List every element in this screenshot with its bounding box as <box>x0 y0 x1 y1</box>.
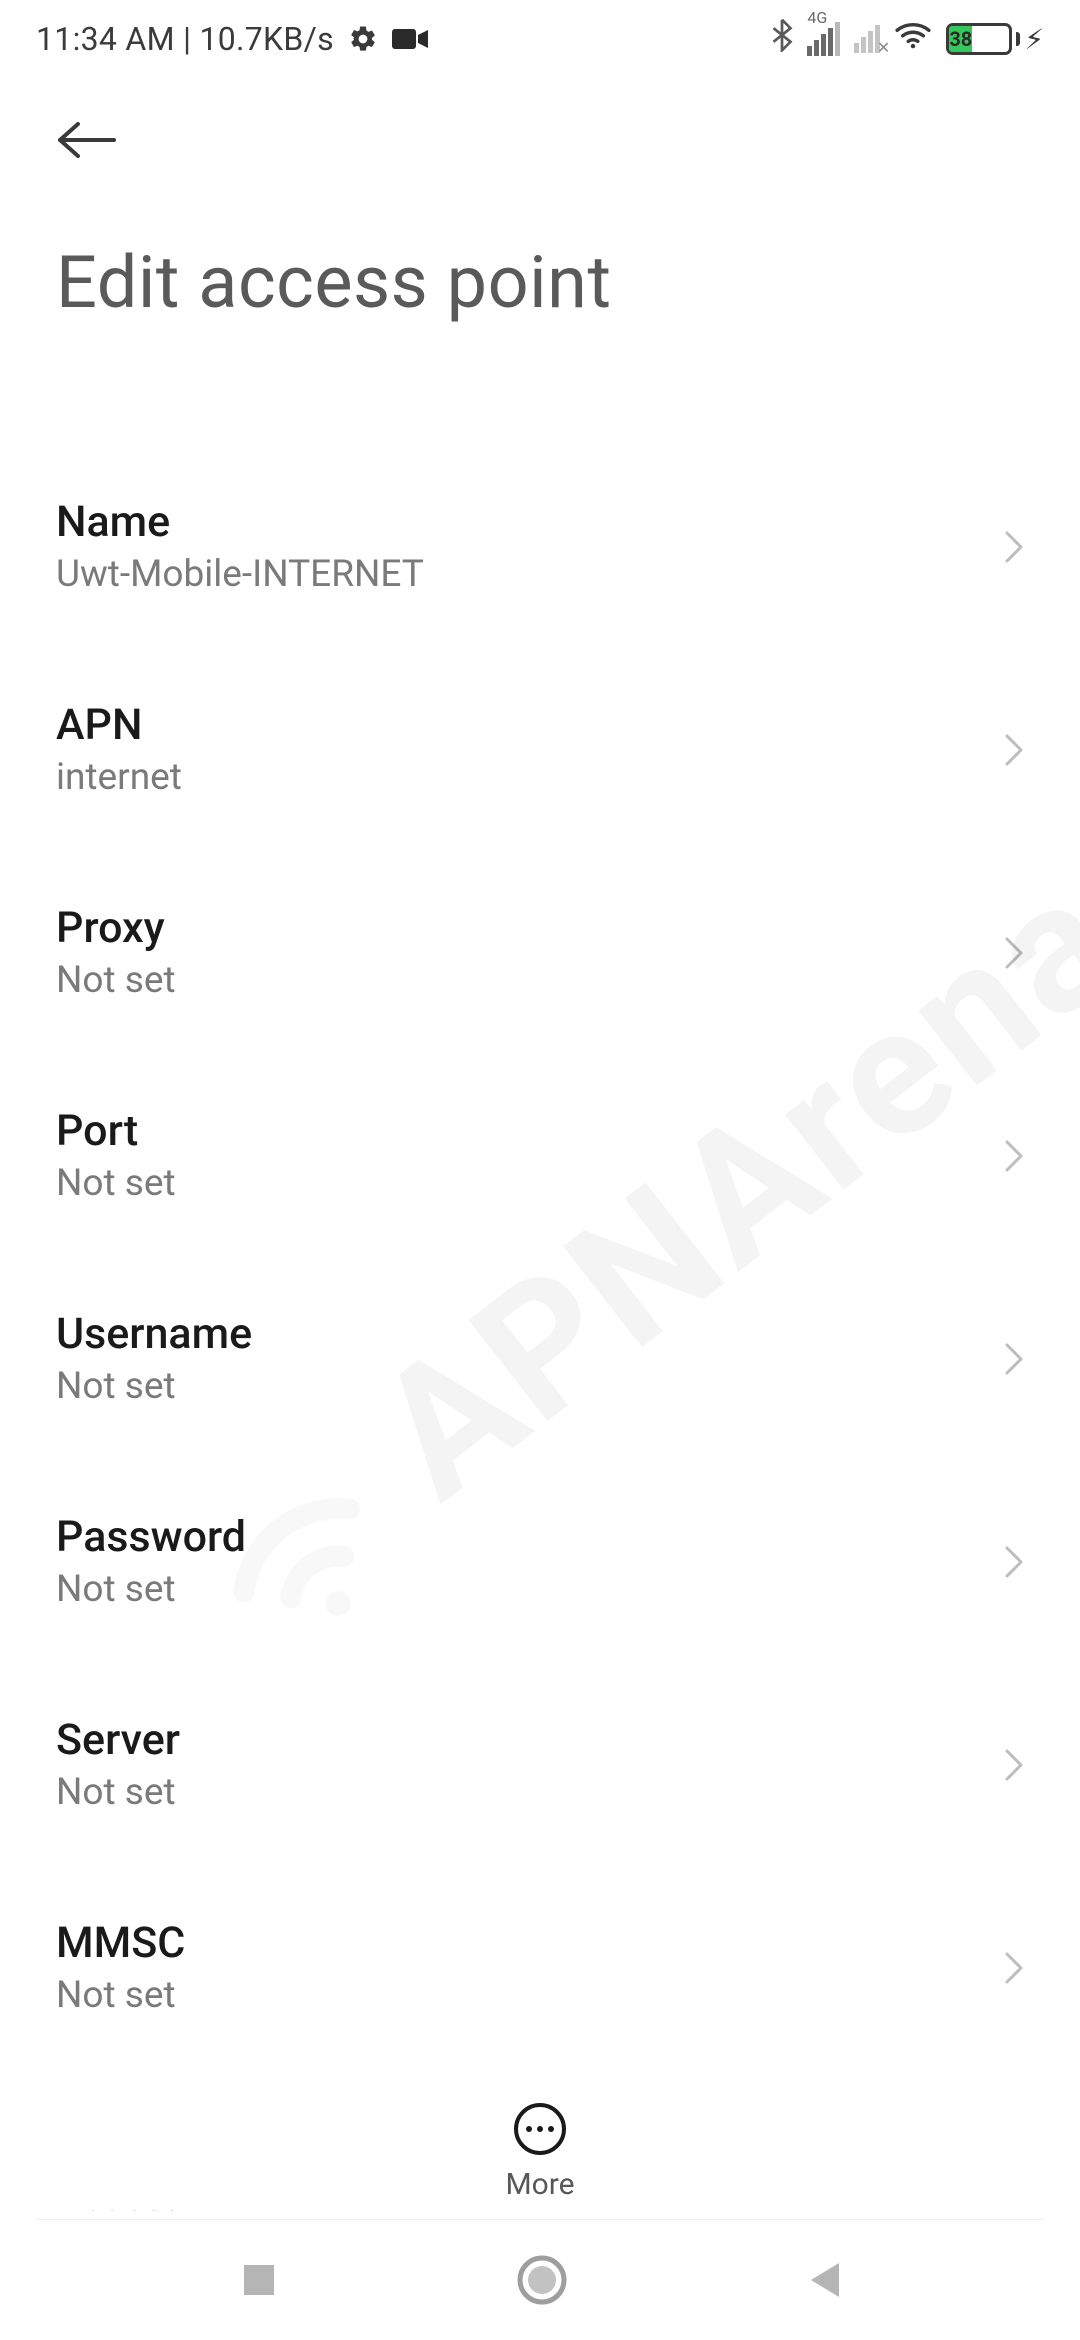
row-apn[interactable]: APN internet <box>56 666 1024 869</box>
row-mmsc[interactable]: MMSC Not set <box>56 1884 1024 2087</box>
row-value: Not set <box>56 1771 180 1814</box>
nav-recents-button[interactable] <box>238 2259 280 2301</box>
row-value: Not set <box>56 1162 176 1205</box>
row-value: Not set <box>56 959 176 1002</box>
status-bar-left: 11:34 AM | 10.7KB/s <box>36 20 428 58</box>
signal-nosim-icon: ✕ <box>854 25 880 53</box>
system-nav-bar <box>0 2220 1080 2340</box>
signal-4g-icon: 4G <box>807 22 840 56</box>
row-proxy[interactable]: Proxy Not set <box>56 869 1024 1072</box>
chevron-right-icon <box>1004 1748 1024 1782</box>
row-value: Not set <box>56 1568 246 1611</box>
circle-icon <box>517 2255 567 2305</box>
row-label: APN <box>56 700 182 750</box>
more-icon <box>514 2103 566 2155</box>
page-title: Edit access point <box>56 240 1024 325</box>
nav-home-button[interactable] <box>517 2255 567 2305</box>
wifi-icon <box>894 20 932 58</box>
back-button[interactable] <box>56 120 120 160</box>
row-value: Not set <box>56 1974 185 2017</box>
action-bar: More <box>0 2085 1080 2210</box>
chevron-right-icon <box>1004 1545 1024 1579</box>
battery-percent: 38 <box>949 26 972 52</box>
row-label: Port <box>56 1106 176 1156</box>
row-label: MMSC <box>56 1918 185 1968</box>
row-password[interactable]: Password Not set <box>56 1478 1024 1681</box>
row-username[interactable]: Username Not set <box>56 1275 1024 1478</box>
status-time: 11:34 AM <box>36 20 175 58</box>
more-label: More <box>505 2167 574 2202</box>
row-label: Username <box>56 1309 252 1359</box>
camera-icon <box>392 27 428 51</box>
status-netspeed: 10.7KB/s <box>199 20 334 58</box>
row-value: internet <box>56 756 182 799</box>
arrow-left-icon <box>56 120 118 160</box>
chevron-right-icon <box>1004 733 1024 767</box>
row-value: Uwt-Mobile-INTERNET <box>56 553 424 596</box>
status-time-net: 11:34 AM | 10.7KB/s <box>36 20 334 58</box>
row-label: Password <box>56 1512 246 1562</box>
row-label: Proxy <box>56 903 176 953</box>
row-label: Name <box>56 497 424 547</box>
row-port[interactable]: Port Not set <box>56 1072 1024 1275</box>
square-icon <box>238 2259 280 2301</box>
chevron-right-icon <box>1004 1139 1024 1173</box>
row-server[interactable]: Server Not set <box>56 1681 1024 1884</box>
row-name[interactable]: Name Uwt-Mobile-INTERNET <box>56 463 1024 666</box>
settings-list: Name Uwt-Mobile-INTERNET APN internet Pr… <box>0 463 1080 2220</box>
status-bar: 11:34 AM | 10.7KB/s 4G ✕ <box>0 0 1080 74</box>
chevron-right-icon <box>1004 936 1024 970</box>
chevron-right-icon <box>1004 1951 1024 1985</box>
settings-gear-icon <box>348 24 378 54</box>
status-bar-right: 4G ✕ 38 ⚡︎ <box>771 18 1044 60</box>
chevron-right-icon <box>1004 530 1024 564</box>
nav-back-button[interactable] <box>805 2259 843 2301</box>
more-button[interactable]: More <box>505 2103 574 2202</box>
chevron-right-icon <box>1004 1342 1024 1376</box>
battery-indicator: 38 ⚡︎ <box>946 23 1044 56</box>
charging-bolt-icon: ⚡︎ <box>1024 23 1044 56</box>
bluetooth-icon <box>771 18 793 60</box>
row-value: Not set <box>56 1365 252 1408</box>
row-label: Server <box>56 1715 180 1765</box>
triangle-left-icon <box>805 2259 843 2301</box>
